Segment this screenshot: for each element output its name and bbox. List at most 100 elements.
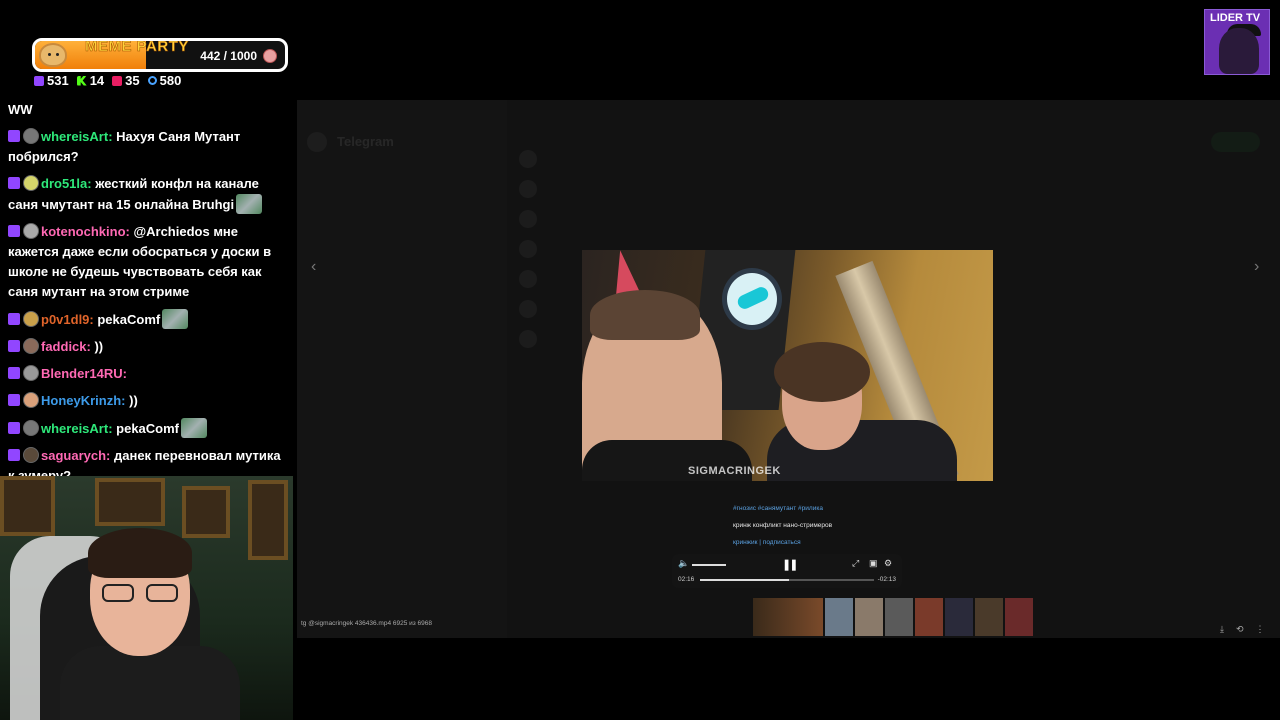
seek-bar[interactable] xyxy=(700,579,874,581)
pip-icon[interactable]: ▣ xyxy=(869,558,878,569)
user-avatar xyxy=(23,338,39,354)
user-avatar xyxy=(23,392,39,408)
chat-username[interactable]: p0v1dl9: xyxy=(41,312,94,327)
user-avatar xyxy=(23,420,39,436)
thumbnail[interactable] xyxy=(1005,598,1033,636)
chat-panel: WW whereisArt: Нахуя Саня Мутант побрилс… xyxy=(8,100,290,493)
chat-text: )) xyxy=(125,393,138,408)
user-avatar xyxy=(23,311,39,327)
thumbnail[interactable] xyxy=(975,598,1003,636)
chat-username[interactable]: whereisArt: xyxy=(41,421,113,436)
chat-message: HoneyKrinzh: )) xyxy=(8,391,290,411)
street-sign xyxy=(722,268,782,330)
media-actions: ⤓ ⟲ ⋮ xyxy=(1220,624,1265,635)
video-player-controls: 🔈 ❚❚ ⤢ ▣ ⚙ 02:16 -02:13 xyxy=(672,554,902,588)
stat-viewers-count: 580 xyxy=(159,73,182,88)
twitch-badge-icon xyxy=(8,313,20,325)
chat-text: )) xyxy=(90,339,104,354)
glasses xyxy=(102,584,182,602)
meme-party-goal-bar: MEME PARTY 442 / 1000 xyxy=(32,38,288,72)
thumbnail[interactable] xyxy=(825,598,853,636)
thumbnail[interactable] xyxy=(855,598,883,636)
chat-username[interactable]: saguarych: xyxy=(41,448,110,463)
chat-text: pekaComf xyxy=(112,421,179,436)
file-info: tg @sigmacringek 436436.mp4 6925 из 6968 xyxy=(301,620,433,627)
chat-message: Blender14RU: xyxy=(8,364,290,384)
goal-title: MEME PARTY xyxy=(85,38,189,55)
pause-icon[interactable]: ❚❚ xyxy=(782,558,799,571)
emote-icon xyxy=(181,418,207,438)
person-right-hair xyxy=(774,342,870,402)
chat-message: whereisArt: Нахуя Саня Мутант побрился? xyxy=(8,127,290,167)
streamer-shirt xyxy=(60,646,240,720)
user-avatar xyxy=(23,365,39,381)
chat-username[interactable]: whereisArt: xyxy=(41,129,113,144)
chat-username[interactable]: faddick: xyxy=(41,339,91,354)
caption-tags[interactable]: #гнозис #санямутант #рилика xyxy=(733,500,893,517)
chat-username[interactable]: dro51la: xyxy=(41,176,92,191)
stat-twitch: 531 xyxy=(34,73,69,88)
chat-username[interactable]: HoneyKrinzh: xyxy=(41,393,126,408)
chat-message: whereisArt: pekaComf xyxy=(8,418,290,439)
chat-text: WW xyxy=(8,102,33,117)
goal-count: 442 / 1000 xyxy=(200,49,257,63)
chat-username[interactable]: kotenochkino: xyxy=(41,224,130,239)
thumbnail[interactable] xyxy=(885,598,913,636)
more-icon[interactable]: ⋮ xyxy=(1256,624,1265,635)
volume-slider[interactable] xyxy=(692,564,726,566)
next-media-arrow-icon[interactable]: › xyxy=(1254,258,1259,276)
twitch-badge-icon xyxy=(8,177,20,189)
twitch-badge-icon xyxy=(8,449,20,461)
chat-message: WW xyxy=(8,100,290,120)
chat-message: p0v1dl9: pekaComf xyxy=(8,309,290,330)
picture-frame xyxy=(248,480,288,560)
time-remaining: -02:13 xyxy=(877,576,896,583)
caption-links[interactable]: кринжик | подписаться xyxy=(733,534,893,551)
twitch-badge-icon xyxy=(8,130,20,142)
twitch-badge-icon xyxy=(8,394,20,406)
stat-viewers: 580 xyxy=(147,73,182,88)
twitch-badge-icon xyxy=(8,340,20,352)
party-hat xyxy=(608,250,640,296)
webcam-feed xyxy=(0,476,293,720)
video-frame[interactable]: SIGMACRINGEK xyxy=(582,250,993,481)
doge-icon xyxy=(39,43,67,67)
thumbnail[interactable] xyxy=(753,598,823,636)
fullscreen-icon[interactable]: ⤢ xyxy=(852,558,859,569)
twitch-icon xyxy=(34,75,44,86)
picture-frame xyxy=(182,486,230,538)
rotate-icon[interactable]: ⟲ xyxy=(1236,624,1244,635)
twitch-badge-icon xyxy=(8,367,20,379)
picture-frame xyxy=(95,478,165,526)
person-left-hair xyxy=(590,290,700,340)
channel-logo: LIDER TV xyxy=(1204,9,1270,75)
channel-logo-name: LIDER TV xyxy=(1210,12,1261,24)
emote-icon xyxy=(236,194,263,214)
video-watermark: SIGMACRINGEK xyxy=(688,465,781,477)
chat-message: dro51la: жесткий конфл на канале саня чм… xyxy=(8,174,290,215)
settings-icon[interactable]: ⚙ xyxy=(884,558,892,569)
chat-text: pekaComf xyxy=(93,312,161,327)
emote-icon xyxy=(162,309,189,329)
chat-message: kotenochkino: @Archiedos мне кажется даж… xyxy=(8,222,290,302)
picture-frame xyxy=(0,476,55,536)
caption-text: кринж конфликт нано-стримеров xyxy=(733,522,833,529)
viewers-icon xyxy=(147,76,157,85)
prev-media-arrow-icon[interactable]: ‹ xyxy=(311,258,316,276)
thumbnail[interactable] xyxy=(945,598,973,636)
download-icon[interactable]: ⤓ xyxy=(1220,624,1224,635)
viewer-stats: 531 14 35 580 xyxy=(34,73,181,88)
stat-kick: 14 xyxy=(76,73,104,88)
user-avatar xyxy=(23,447,39,463)
kick-icon xyxy=(76,75,87,86)
thumbnail[interactable] xyxy=(915,598,943,636)
stat-live-count: 35 xyxy=(125,73,140,88)
streamer-hair xyxy=(88,528,192,578)
chat-username[interactable]: Blender14RU: xyxy=(41,366,127,381)
live-icon xyxy=(112,75,123,86)
stat-twitch-count: 531 xyxy=(47,73,69,88)
user-avatar xyxy=(23,223,39,239)
volume-icon[interactable]: 🔈 xyxy=(678,558,689,569)
logo-face xyxy=(1219,28,1259,74)
pig-emote-icon xyxy=(263,49,277,63)
